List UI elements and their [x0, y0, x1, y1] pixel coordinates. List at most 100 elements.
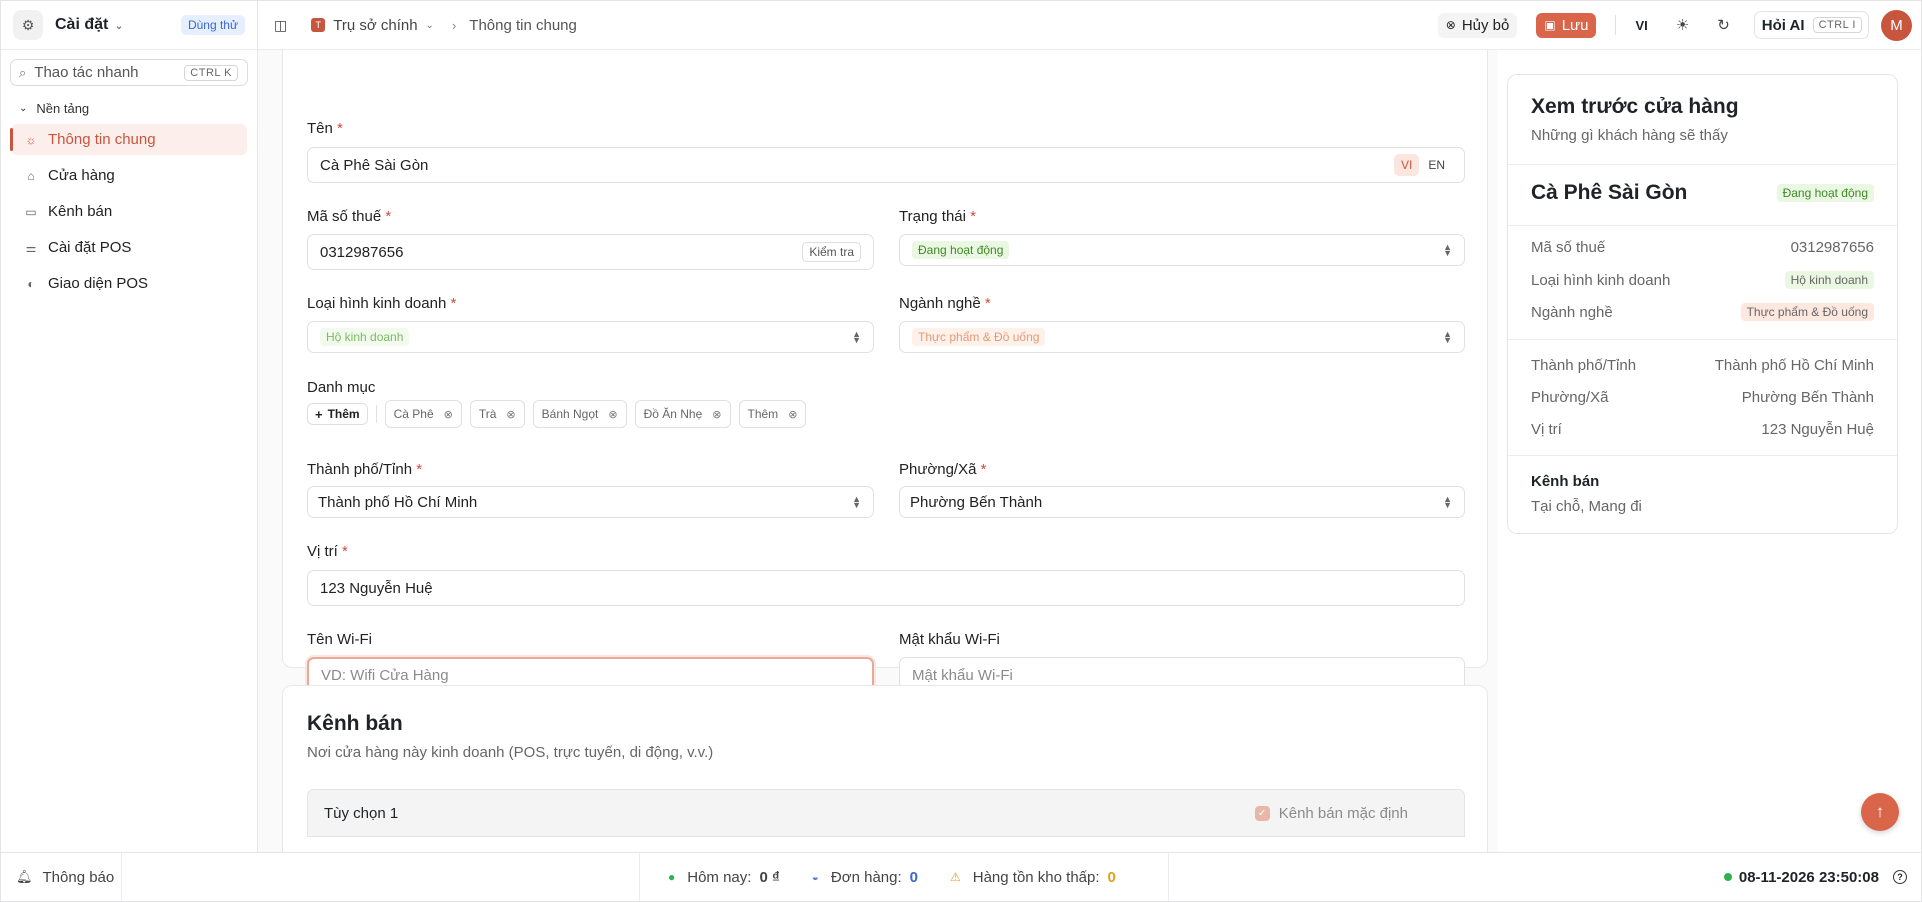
name-input[interactable]: Cà Phê Sài Gòn VI EN	[307, 147, 1465, 183]
stat-orders: ◒ Đơn hàng: 0	[812, 869, 918, 886]
chevron-down-icon: ⌄	[425, 19, 434, 31]
monitor-icon: ▭	[25, 204, 37, 219]
ward-select[interactable]: Phường Bến Thành ▲ ▼	[899, 486, 1465, 518]
cancel-label: Hủy bỏ	[1461, 16, 1510, 34]
preview-channels-title: Kênh bán	[1531, 473, 1600, 490]
remove-tag-icon[interactable]: ⊗	[608, 408, 617, 421]
preview-title: Xem trước cửa hàng	[1531, 95, 1739, 118]
status-right: 08-11-2026 23:50:08 ?	[1723, 853, 1907, 901]
location-name: Trụ sở chính	[333, 16, 418, 34]
sidebar-group-label: Nền tảng	[36, 101, 90, 116]
notifications-button[interactable]: 🔔︎ Thông báo	[1, 853, 122, 901]
quick-action-search[interactable]: ⌕ Thao tác nhanh CTRL K	[10, 59, 248, 86]
divider	[1508, 339, 1897, 340]
add-category-button[interactable]: + Thêm	[307, 403, 368, 425]
chevron-down-icon[interactable]: ⌄	[114, 19, 123, 32]
cancel-button[interactable]: ⊗ Hủy bỏ	[1437, 12, 1518, 38]
sidebar-item-store[interactable]: ⌂ Cửa hàng	[11, 160, 247, 191]
tax-value: 0312987656	[320, 243, 404, 261]
help-icon[interactable]: ?	[1893, 870, 1907, 884]
preview-row-tax: Mã số thuế 0312987656	[1531, 239, 1874, 256]
sidebar-items: ☼ Thông tin chung ⌂ Cửa hàng ▭ Kênh bán …	[1, 124, 257, 299]
business-type-select[interactable]: Hộ kinh doanh ▲ ▼	[307, 321, 874, 353]
save-button[interactable]: ▣ Lưu	[1536, 12, 1597, 38]
language-toggle[interactable]: VI	[1635, 18, 1647, 33]
tax-input[interactable]: 0312987656 Kiểm tra	[307, 234, 874, 270]
save-icon: ▣	[1544, 18, 1556, 32]
notifications-label: Thông báo	[42, 868, 115, 886]
stat-value: 0	[909, 868, 918, 886]
channel-option-row[interactable]: Tùy chọn 1 ✓ Kênh bán mặc định	[307, 789, 1465, 837]
preview-value: Phường Bến Thành	[1741, 389, 1874, 406]
divider	[1508, 225, 1897, 226]
select-arrows-icon: ▲ ▼	[1443, 329, 1452, 345]
theme-sun-icon[interactable]: ☀	[1676, 16, 1689, 34]
ward-label: Phường/Xã *	[899, 461, 987, 478]
city-select[interactable]: Thành phố Hồ Chí Minh ▲ ▼	[307, 486, 874, 518]
preview-status-pill: Đang hoạt động	[1776, 184, 1874, 202]
avatar[interactable]: M	[1881, 9, 1912, 41]
bell-icon: 🔔︎	[16, 869, 33, 884]
chevron-right-icon: ›	[451, 17, 457, 33]
remove-tag-icon[interactable]: ⊗	[506, 408, 515, 421]
remove-tag-icon[interactable]: ⊗	[788, 408, 797, 421]
remove-tag-icon[interactable]: ⊗	[444, 408, 453, 421]
preview-key: Ngành nghề	[1531, 303, 1613, 321]
ask-ai-label: Hỏi AI	[1761, 16, 1805, 34]
ask-ai-shortcut: CTRL I	[1812, 17, 1862, 33]
scroll-to-top-button[interactable]: ↑	[1861, 793, 1899, 831]
location-input[interactable]: 123 Nguyễn Huệ	[307, 570, 1465, 606]
sidebar-item-label: Cài đặt POS	[48, 239, 132, 256]
preview-value: Thành phố Hồ Chí Minh	[1714, 357, 1874, 374]
cancel-circle-icon: ⊗	[1445, 18, 1456, 32]
category-tag[interactable]: Cà Phê ⊗	[384, 400, 462, 428]
sidebar-header: ⚙ Cài đặt ⌄ Dùng thử	[1, 1, 257, 50]
lang-en-tab[interactable]: EN	[1421, 154, 1452, 176]
search-icon: ⌕	[19, 64, 27, 80]
name-value: Cà Phê Sài Gòn	[320, 156, 429, 174]
settings-title[interactable]: Cài đặt	[55, 16, 108, 34]
default-channel-checkbox[interactable]: ✓ Kênh bán mặc định	[1254, 805, 1408, 822]
preview-store-name: Cà Phê Sài Gòn	[1531, 181, 1688, 204]
industry-select[interactable]: Thực phẩm & Đồ uống ▲ ▼	[899, 321, 1465, 353]
general-info-card: Tên * Cà Phê Sài Gòn VI EN Mã số thuế * …	[282, 50, 1488, 693]
main-content[interactable]: Tên * Cà Phê Sài Gòn VI EN Mã số thuế * …	[258, 50, 1498, 854]
category-tag[interactable]: Đồ Ăn Nhẹ ⊗	[634, 400, 731, 428]
chevron-down-icon: ⌄	[19, 103, 28, 114]
category-tag[interactable]: Trà ⊗	[469, 400, 525, 428]
status-select[interactable]: Đang hoạt động ▲ ▼	[899, 234, 1465, 266]
toggle-sidebar-icon[interactable]: ◫	[274, 17, 287, 34]
wifi-name-placeholder: VD: Wifi Cửa Hàng	[321, 666, 449, 684]
city-label: Thành phố/Tỉnh *	[307, 461, 423, 478]
sales-channels-card: Kênh bán Nơi cửa hàng này kinh doanh (PO…	[282, 685, 1488, 854]
lang-vi-tab[interactable]: VI	[1393, 154, 1420, 176]
datetime: 08-11-2026 23:50:08	[1738, 868, 1879, 886]
stat-label: Đơn hàng:	[830, 868, 902, 886]
category-tag[interactable]: Thêm ⊗	[738, 400, 807, 428]
remove-tag-icon[interactable]: ⊗	[712, 408, 721, 421]
refresh-icon[interactable]: ↻	[1717, 16, 1730, 34]
preview-row-industry: Ngành nghề Thực phẩm & Đồ uống	[1531, 303, 1874, 321]
verify-tax-button[interactable]: Kiểm tra	[802, 242, 861, 262]
category-tag[interactable]: Bánh Ngọt ⊗	[532, 400, 627, 428]
search-placeholder: Thao tác nhanh	[34, 64, 139, 81]
status-pill: Đang hoạt động	[912, 241, 1010, 259]
stat-value: 0 ₫	[759, 868, 780, 886]
sidebar-item-pos-settings[interactable]: ⚌ Cài đặt POS	[11, 232, 247, 263]
tag-label: Trà	[478, 407, 497, 421]
preview-subtitle: Những gì khách hàng sẽ thấy	[1531, 127, 1728, 144]
ask-ai-button[interactable]: Hỏi AI CTRL I	[1753, 11, 1869, 39]
location-switcher[interactable]: T Trụ sở chính ⌄	[311, 17, 434, 34]
sidebar-group-platform[interactable]: ⌄ Nền tảng	[19, 101, 257, 116]
select-arrows-icon: ▲ ▼	[852, 329, 861, 345]
warning-icon: ⚠	[949, 870, 961, 884]
sidebar-item-sales-channel[interactable]: ▭ Kênh bán	[11, 196, 247, 227]
sidebar-item-label: Kênh bán	[48, 203, 113, 220]
sidebar-item-pos-interface[interactable]: ◐ Giao diện POS	[11, 268, 247, 299]
preview-key: Phường/Xã	[1531, 389, 1609, 406]
sidebar-item-general-info[interactable]: ☼ Thông tin chung	[10, 124, 247, 155]
tag-label: Cà Phê	[393, 407, 434, 421]
today-stats: ● Hôm nay: 0 ₫ ◒ Đơn hàng: 0 ⚠ Hàng tồn …	[639, 853, 1169, 901]
gear-icon[interactable]: ⚙	[13, 10, 43, 40]
arrow-up-icon: ↑	[1875, 802, 1885, 821]
